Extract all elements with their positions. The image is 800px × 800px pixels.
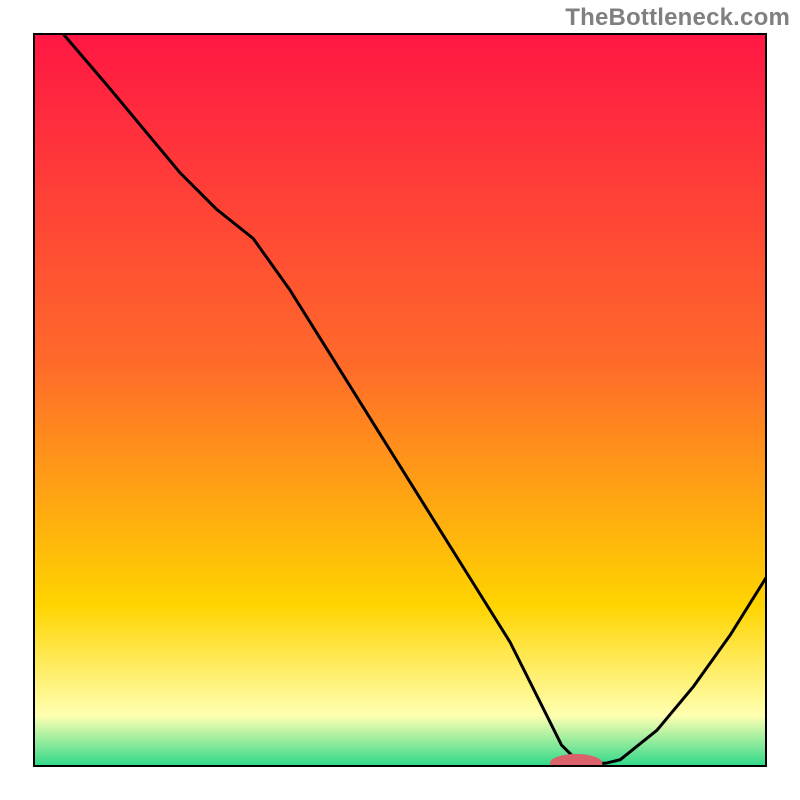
- gradient-background: [33, 33, 767, 767]
- chart-container: { "watermark": "TheBottleneck.com", "col…: [0, 0, 800, 800]
- watermark-text: TheBottleneck.com: [565, 4, 790, 32]
- bottleneck-chart: [33, 33, 767, 767]
